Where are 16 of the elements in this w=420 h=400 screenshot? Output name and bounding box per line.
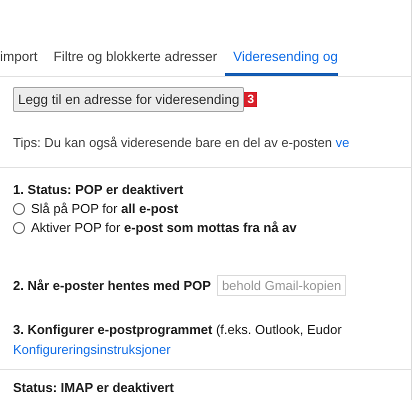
settings-tab[interactable]: Filtre og blokkerte adresser [46, 46, 226, 76]
radio-button[interactable] [13, 202, 25, 214]
configure-text: 3. Konfigurer e-postprogrammet (f.eks. Outlook, Eudor [13, 322, 343, 337]
tip-link[interactable]: ve [336, 135, 350, 150]
pop-status: 1. Status: POP er deaktivert [13, 182, 184, 197]
gmail-copy-dropdown[interactable]: behold Gmail-kopien [216, 275, 346, 296]
option-label: Aktiver POP for e-post som mottas fra nå av [31, 220, 297, 235]
tip-text: Tips: Du kan også videresende bare en del av e-posten [13, 135, 333, 150]
option-label: Slå på POP for all e-post [31, 201, 178, 216]
settings-tab[interactable]: import [0, 46, 46, 76]
pop-fetch-label: 2. Når e-poster hentes med POP [13, 278, 211, 293]
configuration-instructions-link[interactable]: Konfigureringsinstruksjoner [13, 342, 171, 357]
callout-number: 3 [244, 92, 258, 107]
radio-button[interactable] [13, 222, 25, 234]
add-forwarding-address-button[interactable]: Legg til en adresse for videresending [13, 87, 244, 112]
imap-status: Status: IMAP er deaktivert [12, 379, 175, 395]
